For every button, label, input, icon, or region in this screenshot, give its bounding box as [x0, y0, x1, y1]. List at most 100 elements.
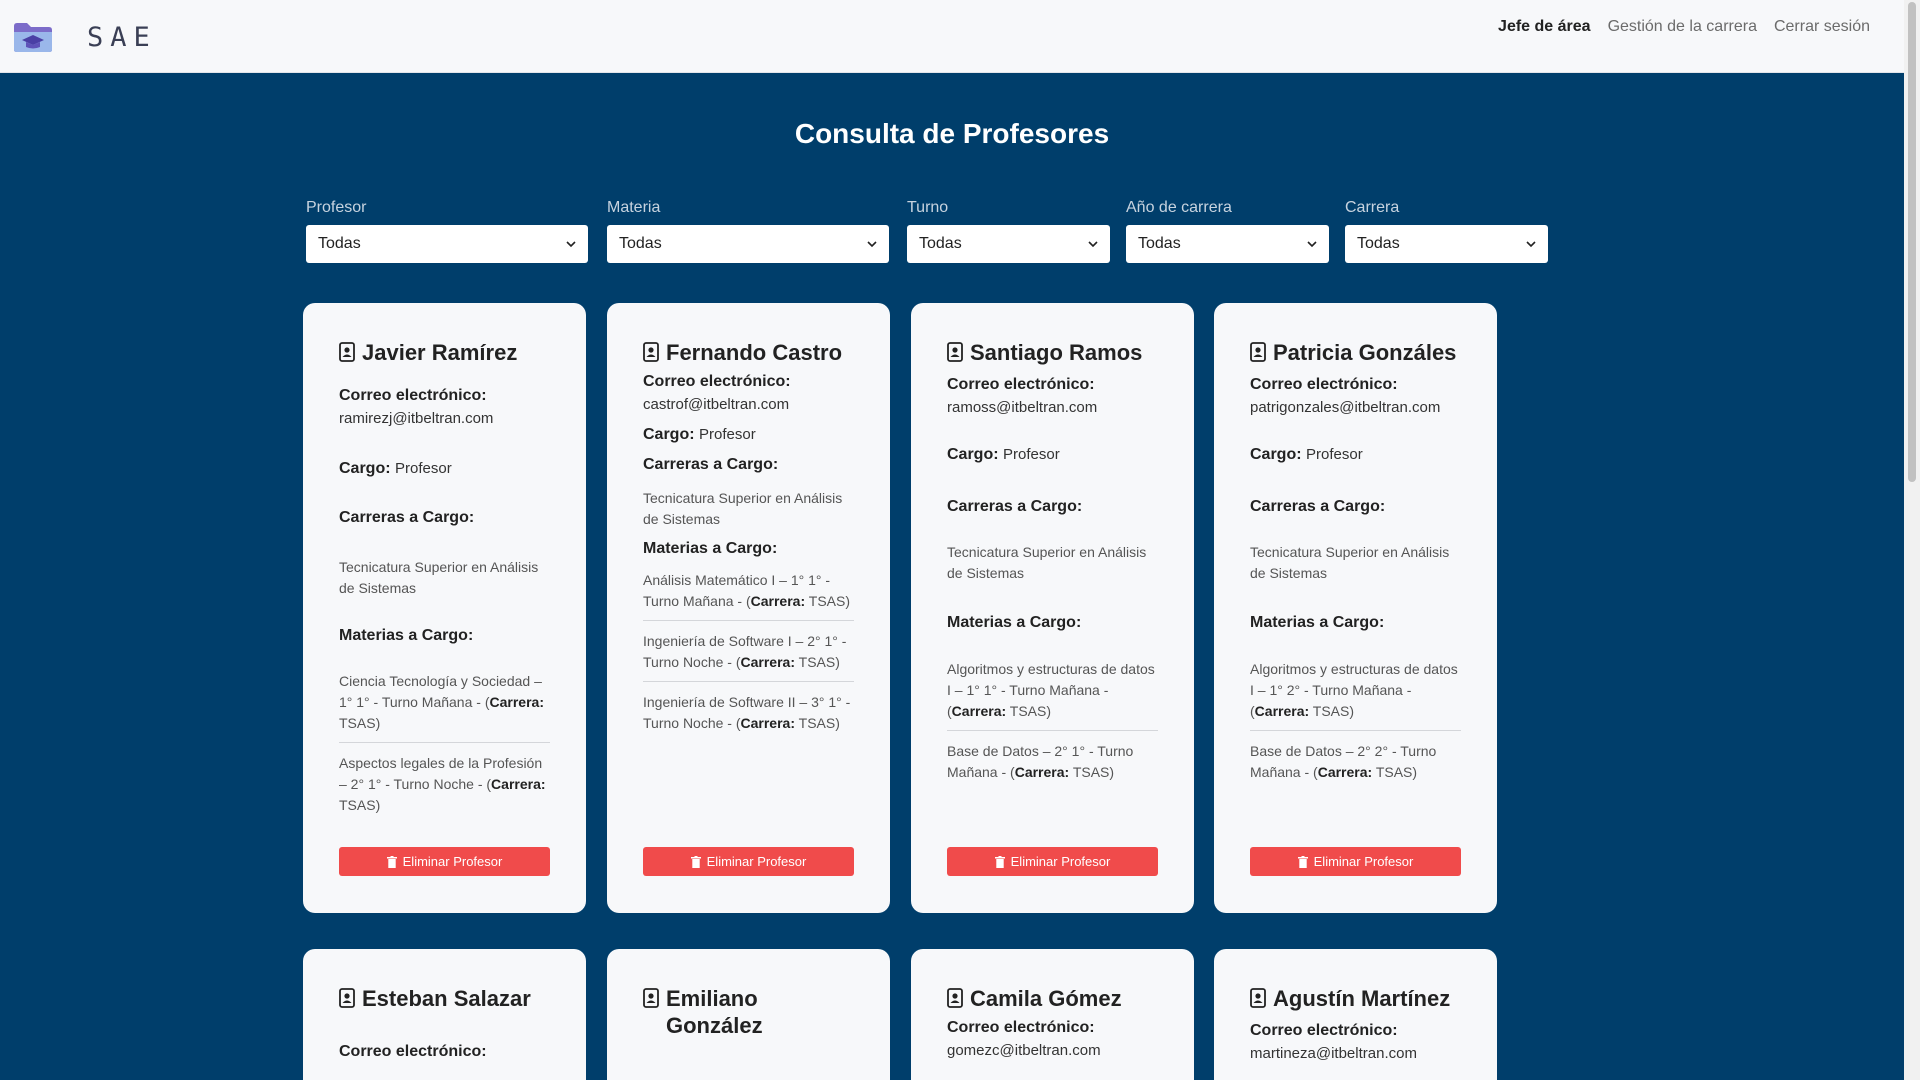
- email-value: gomezc@itbeltran.com: [947, 1042, 1101, 1059]
- chevron-down-icon: [1088, 241, 1098, 248]
- materia-item: Ingeniería de Software II – 3° 1° - Turn…: [643, 694, 851, 731]
- ano-carrera-select[interactable]: Todas: [1126, 225, 1329, 263]
- professor-name: Patricia Gonzáles: [1250, 339, 1461, 366]
- nav-link-jefe-de-area[interactable]: Jefe de área: [1498, 18, 1591, 36]
- select-value: Todas: [1138, 235, 1181, 252]
- email-value: castrof@itbeltran.com: [643, 396, 790, 413]
- contact-card-icon: [339, 342, 355, 362]
- professor-card: Emiliano González: [607, 949, 890, 1080]
- chevron-down-icon: [867, 241, 877, 248]
- filter-ano-carrera: Año de carrera Todas: [1126, 199, 1329, 263]
- carrera-value: Tecnicatura Superior en Análisis de Sist…: [1250, 544, 1450, 581]
- email-value: patrigonzales@itbeltran.com: [1250, 399, 1441, 416]
- materia-item: Algoritmos y estructuras de datos I – 1°…: [1250, 659, 1461, 731]
- email-label: Correo electrónico:: [339, 1043, 487, 1060]
- cargo-row: Cargo: Profesor: [643, 426, 756, 443]
- filter-label: Materia: [607, 199, 661, 216]
- delete-professor-button[interactable]: Eliminar Profesor: [339, 847, 550, 876]
- chevron-down-icon: [1526, 241, 1536, 248]
- cargo-row: Cargo: Profesor: [947, 446, 1060, 463]
- filter-label: Turno: [907, 199, 949, 216]
- carreras-label: Carreras a Cargo:: [947, 498, 1083, 515]
- email-label: Correo electrónico:: [947, 1019, 1095, 1036]
- cargo-row: Cargo: Profesor: [339, 460, 452, 477]
- professor-card: Javier Ramírez Correo electrónico: ramir…: [303, 303, 586, 913]
- scrollbar-thumb[interactable]: [1908, 2, 1916, 482]
- nav-link-cerrar-sesion[interactable]: Cerrar sesión: [1774, 18, 1870, 36]
- materias-list: Algoritmos y estructuras de datos I – 1°…: [947, 659, 1158, 791]
- cargo-value: Profesor: [699, 426, 756, 443]
- professor-name: Agustín Martínez: [1250, 985, 1461, 1012]
- select-value: Todas: [318, 235, 361, 252]
- professor-card: Camila Gómez Correo electrónico: gomezc@…: [911, 949, 1194, 1080]
- carreras-label: Carreras a Cargo:: [339, 509, 475, 526]
- email-value: martineza@itbeltran.com: [1250, 1045, 1417, 1062]
- chevron-down-icon: [566, 241, 576, 248]
- delete-professor-button[interactable]: Eliminar Profesor: [947, 847, 1158, 876]
- materias-label: Materias a Cargo:: [1250, 614, 1385, 631]
- carrera-value: Tecnicatura Superior en Análisis de Sist…: [643, 490, 843, 527]
- delete-professor-button[interactable]: Eliminar Profesor: [1250, 847, 1461, 876]
- filter-label: Profesor: [306, 199, 367, 216]
- trash-icon: [1297, 855, 1308, 868]
- select-value: Todas: [919, 235, 962, 252]
- carreras-label: Carreras a Cargo:: [643, 456, 779, 473]
- professor-name: Santiago Ramos: [947, 339, 1158, 366]
- email-label: Correo electrónico:: [947, 376, 1095, 393]
- contact-card-icon: [643, 988, 659, 1008]
- email-label: Correo electrónico:: [643, 373, 791, 390]
- nav-link-gestion-carrera[interactable]: Gestión de la carrera: [1608, 18, 1757, 36]
- professor-card: Patricia Gonzáles Correo electrónico: pa…: [1214, 303, 1497, 913]
- nav-links: Jefe de área Gestión de la carrera Cerra…: [1498, 18, 1870, 36]
- materias-list: Algoritmos y estructuras de datos I – 1°…: [1250, 659, 1461, 791]
- professor-card: Esteban Salazar Correo electrónico:: [303, 949, 586, 1080]
- scrollbar[interactable]: [1904, 0, 1920, 1080]
- professor-name: Esteban Salazar: [339, 985, 550, 1012]
- carreras-label: Carreras a Cargo:: [1250, 498, 1386, 515]
- filter-materia: Materia Todas: [607, 199, 889, 263]
- materia-item: Base de Datos – 2° 2° - Turno Mañana - (…: [1250, 743, 1437, 780]
- navbar: SAE Jefe de área Gestión de la carrera C…: [0, 0, 1904, 73]
- select-value: Todas: [619, 235, 662, 252]
- carrera-value: Tecnicatura Superior en Análisis de Sist…: [947, 544, 1147, 581]
- filter-label: Año de carrera: [1126, 199, 1232, 216]
- delete-professor-button[interactable]: Eliminar Profesor: [643, 847, 854, 876]
- email-label: Correo electrónico:: [1250, 1022, 1398, 1039]
- professor-card: Agustín Martínez Correo electrónico: mar…: [1214, 949, 1497, 1080]
- profesor-select[interactable]: Todas: [306, 225, 588, 263]
- cargo-value: Profesor: [395, 460, 452, 477]
- chevron-down-icon: [1307, 241, 1317, 248]
- folder-graduation-logo-icon[interactable]: [12, 20, 54, 54]
- filter-carrera: Carrera Todas: [1345, 199, 1548, 263]
- carrera-select[interactable]: Todas: [1345, 225, 1548, 263]
- materia-select[interactable]: Todas: [607, 225, 889, 263]
- professor-card: Santiago Ramos Correo electrónico: ramos…: [911, 303, 1194, 913]
- email-value: ramirezj@itbeltran.com: [339, 410, 494, 427]
- carrera-value: Tecnicatura Superior en Análisis de Sist…: [339, 559, 539, 596]
- materias-list: Análisis Matemático I – 1° 1° - Turno Ma…: [643, 570, 854, 742]
- cargo-row: Cargo: Profesor: [1250, 446, 1363, 463]
- contact-card-icon: [339, 988, 355, 1008]
- contact-card-icon: [1250, 988, 1266, 1008]
- professor-name: Camila Gómez: [947, 985, 1158, 1012]
- cargo-value: Profesor: [1306, 446, 1363, 463]
- filter-turno: Turno Todas: [907, 199, 1110, 263]
- turno-select[interactable]: Todas: [907, 225, 1110, 263]
- materia-item: Análisis Matemático I – 1° 1° - Turno Ma…: [643, 570, 854, 621]
- materias-label: Materias a Cargo:: [643, 540, 778, 557]
- brand-name[interactable]: SAE: [87, 22, 157, 53]
- materia-item: Ciencia Tecnología y Sociedad – 1° 1° - …: [339, 671, 550, 743]
- trash-icon: [994, 855, 1005, 868]
- cargo-value: Profesor: [1003, 446, 1060, 463]
- email-label: Correo electrónico:: [339, 387, 487, 404]
- professor-card: Fernando Castro Correo electrónico: cast…: [607, 303, 890, 913]
- page-title: Consulta de Profesores: [794, 118, 1110, 149]
- select-value: Todas: [1357, 235, 1400, 252]
- filter-profesor: Profesor Todas: [306, 199, 588, 263]
- materias-list: Ciencia Tecnología y Sociedad – 1° 1° - …: [339, 671, 550, 824]
- professor-name: Javier Ramírez: [339, 339, 550, 366]
- professor-name: Fernando Castro: [643, 339, 854, 366]
- trash-icon: [386, 855, 397, 868]
- materia-item: Aspectos legales de la Profesión – 2° 1°…: [339, 755, 546, 813]
- materias-label: Materias a Cargo:: [947, 614, 1082, 631]
